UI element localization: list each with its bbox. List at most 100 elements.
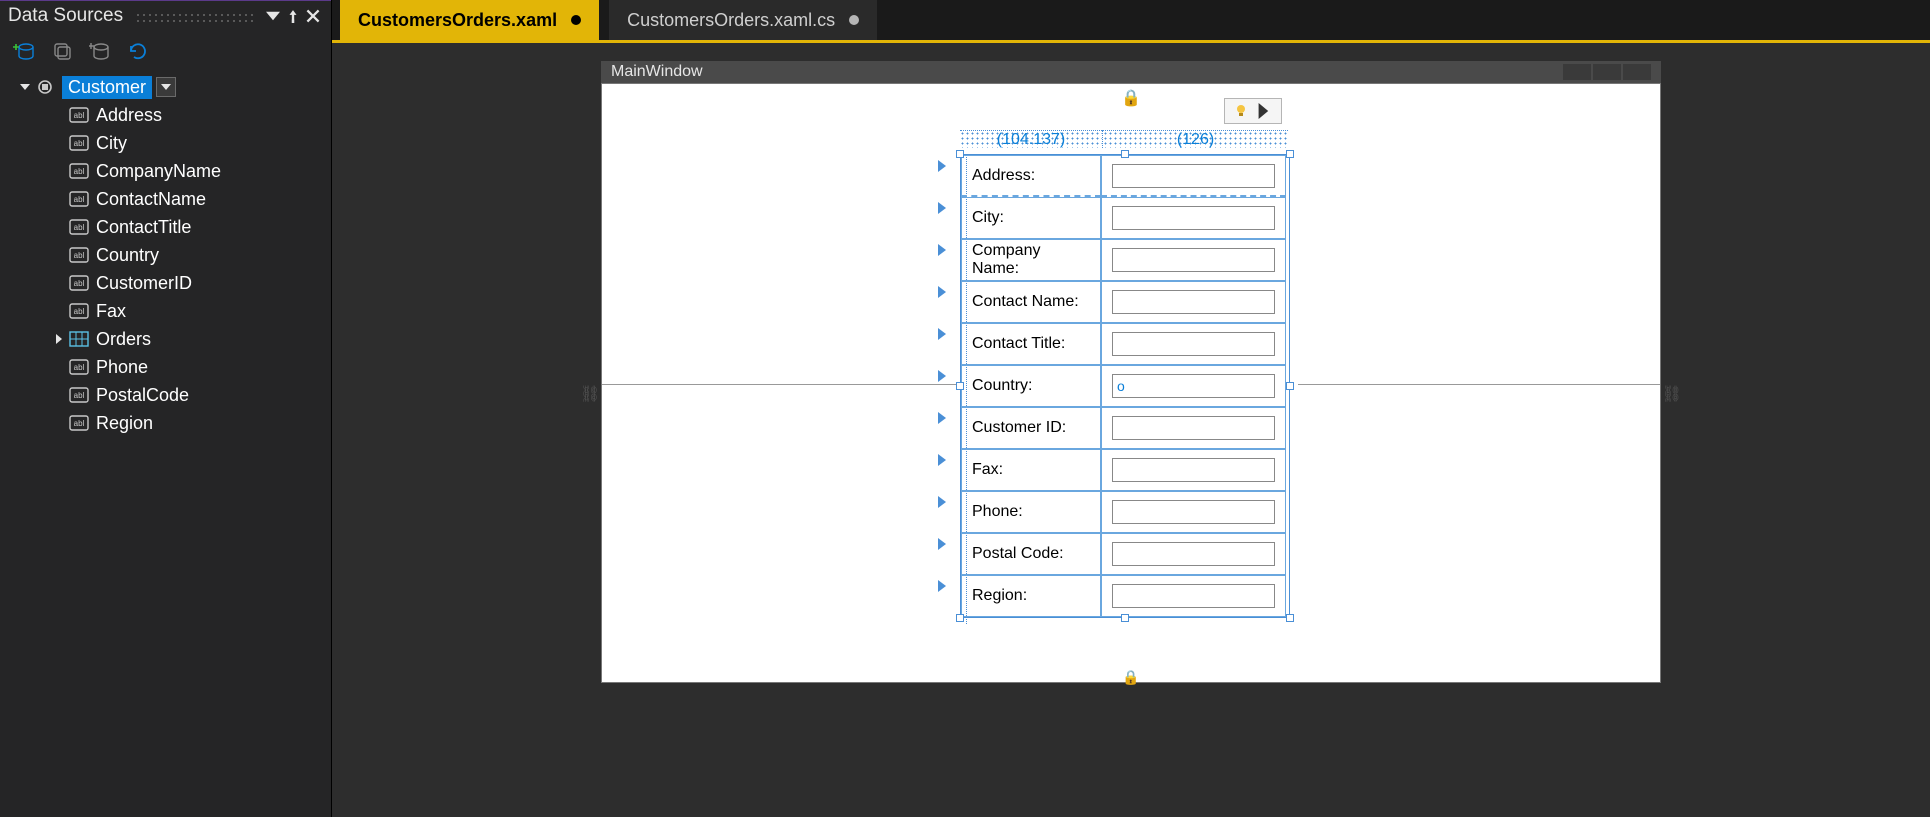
resize-handle[interactable]: [1286, 150, 1294, 158]
tab-customersorders-xaml-cs[interactable]: CustomersOrders.xaml.cs: [609, 0, 877, 40]
panel-title: Data Sources: [8, 5, 123, 27]
column-ruler[interactable]: (104.137) (126): [960, 130, 1290, 148]
tree-item[interactable]: ablCity: [6, 129, 325, 157]
tree-item-label: Address: [96, 105, 162, 126]
lock-icon: 🔒: [1121, 88, 1141, 108]
tree-root-dropdown[interactable]: [156, 77, 176, 97]
panel-drag-handle[interactable]: [133, 10, 253, 22]
design-canvas[interactable]: 🔒 ⛓ ⛓ (104.137) (126): [601, 83, 1661, 683]
minimize-placeholder-icon: [1563, 64, 1591, 80]
form-textbox[interactable]: [1112, 332, 1275, 356]
row-glyph-icon[interactable]: [938, 580, 946, 592]
column-width-b[interactable]: (126): [1102, 130, 1288, 148]
caret-right-icon[interactable]: [52, 332, 66, 346]
quick-actions-button[interactable]: [1224, 98, 1282, 124]
edit-data-source-button[interactable]: [50, 39, 74, 63]
editor-area: CustomersOrders.xaml CustomersOrders.xam…: [332, 0, 1930, 817]
refresh-button[interactable]: [126, 39, 150, 63]
tree-item[interactable]: ablRegion: [6, 409, 325, 437]
xaml-designer-surface[interactable]: MainWindow 🔒 ⛓ ⛓: [332, 43, 1930, 817]
resize-handle[interactable]: [956, 382, 964, 390]
form-textbox[interactable]: [1112, 584, 1275, 608]
column-width-a[interactable]: (104.137): [960, 130, 1102, 148]
tab-customersorders-xaml[interactable]: CustomersOrders.xaml: [340, 0, 599, 40]
svg-text:abl: abl: [74, 307, 85, 316]
form-input-cell: [1101, 407, 1286, 449]
lightbulb-icon: [1233, 103, 1249, 119]
resize-handle[interactable]: [1286, 382, 1294, 390]
svg-text:abl: abl: [74, 363, 85, 372]
tab-label: CustomersOrders.xaml: [358, 10, 557, 31]
tree-item[interactable]: ablCompanyName: [6, 157, 325, 185]
tree-root-customer[interactable]: Customer: [6, 73, 325, 101]
selected-grid-element[interactable]: (104.137) (126): [960, 130, 1290, 618]
form-label: Address:: [961, 155, 1101, 197]
row-glyph-icon[interactable]: [938, 370, 946, 382]
chain-right-icon: ⛓: [1662, 384, 1682, 404]
resize-handle[interactable]: [1121, 614, 1129, 622]
form-label: Contact Name:: [961, 281, 1101, 323]
row-glyph-icon[interactable]: [938, 538, 946, 550]
form-input-cell: [1101, 323, 1286, 365]
resize-handle[interactable]: [1121, 150, 1129, 158]
form-textbox[interactable]: [1112, 416, 1275, 440]
form-textbox[interactable]: [1112, 458, 1275, 482]
form-textbox[interactable]: [1112, 374, 1275, 398]
form-textbox[interactable]: [1112, 542, 1275, 566]
form-textbox[interactable]: [1112, 500, 1275, 524]
chevron-right-icon: [1257, 103, 1273, 119]
tree-item-label: PostalCode: [96, 385, 189, 406]
text-field-icon: abl: [68, 274, 90, 292]
row-glyph-icon[interactable]: [938, 454, 946, 466]
tree-node-label: Customer: [68, 77, 146, 97]
row-glyph-icon[interactable]: [938, 412, 946, 424]
data-sources-tree: Customer ablAddressablCityablCompanyName…: [0, 71, 331, 439]
tree-item[interactable]: ablAddress: [6, 101, 325, 129]
svg-text:abl: abl: [74, 419, 85, 428]
resize-handle[interactable]: [1286, 614, 1294, 622]
tree-item[interactable]: abl Country: [6, 241, 325, 269]
maximize-placeholder-icon: [1593, 64, 1621, 80]
row-glyph-icon[interactable]: [938, 328, 946, 340]
panel-close-button[interactable]: [303, 6, 323, 26]
tab-label: CustomersOrders.xaml.cs: [627, 10, 835, 31]
form-textbox[interactable]: [1112, 164, 1275, 188]
configure-data-source-button[interactable]: [88, 39, 112, 63]
tree-item[interactable]: ablPhone: [6, 353, 325, 381]
svg-text:abl: abl: [74, 223, 85, 232]
tree-item-label: Orders: [96, 329, 151, 350]
tree-item[interactable]: abl PostalCode: [6, 381, 325, 409]
form-textbox[interactable]: [1112, 206, 1275, 230]
form-textbox[interactable]: [1112, 248, 1275, 272]
row-glyph-icon[interactable]: [938, 160, 946, 172]
tree-item[interactable]: abl Fax: [6, 297, 325, 325]
row-glyph-icon[interactable]: [938, 202, 946, 214]
resize-handle[interactable]: [956, 150, 964, 158]
tree-item-label: Country: [96, 245, 159, 266]
add-data-source-button[interactable]: [12, 39, 36, 63]
text-field-icon: abl: [68, 246, 90, 264]
row-glyph-icon[interactable]: [938, 244, 946, 256]
tree-item[interactable]: ablCustomerID: [6, 269, 325, 297]
tree-item[interactable]: Orders: [6, 325, 325, 353]
tree-item[interactable]: ablContactName: [6, 185, 325, 213]
form-label: Phone:: [961, 491, 1101, 533]
tree-item-label: CompanyName: [96, 161, 221, 182]
form-label: Contact Title:: [961, 323, 1101, 365]
object-icon: [34, 78, 56, 96]
tree-item-label: Fax: [96, 301, 126, 322]
panel-pin-button[interactable]: [283, 6, 303, 26]
resize-handle[interactable]: [956, 614, 964, 622]
row-glyph-icon[interactable]: [938, 496, 946, 508]
svg-text:abl: abl: [74, 391, 85, 400]
form-textbox[interactable]: [1112, 290, 1275, 314]
panel-header: Data Sources: [0, 0, 331, 31]
selection-box[interactable]: Address:City:Company Name:Contact Name:C…: [960, 154, 1290, 618]
caret-down-icon[interactable]: [18, 80, 32, 94]
svg-text:abl: abl: [74, 139, 85, 148]
window-chrome: MainWindow: [601, 61, 1661, 83]
tree-item[interactable]: ablContactTitle: [6, 213, 325, 241]
panel-dropdown-button[interactable]: [263, 6, 283, 26]
row-glyph-icon[interactable]: [938, 286, 946, 298]
svg-text:abl: abl: [74, 279, 85, 288]
